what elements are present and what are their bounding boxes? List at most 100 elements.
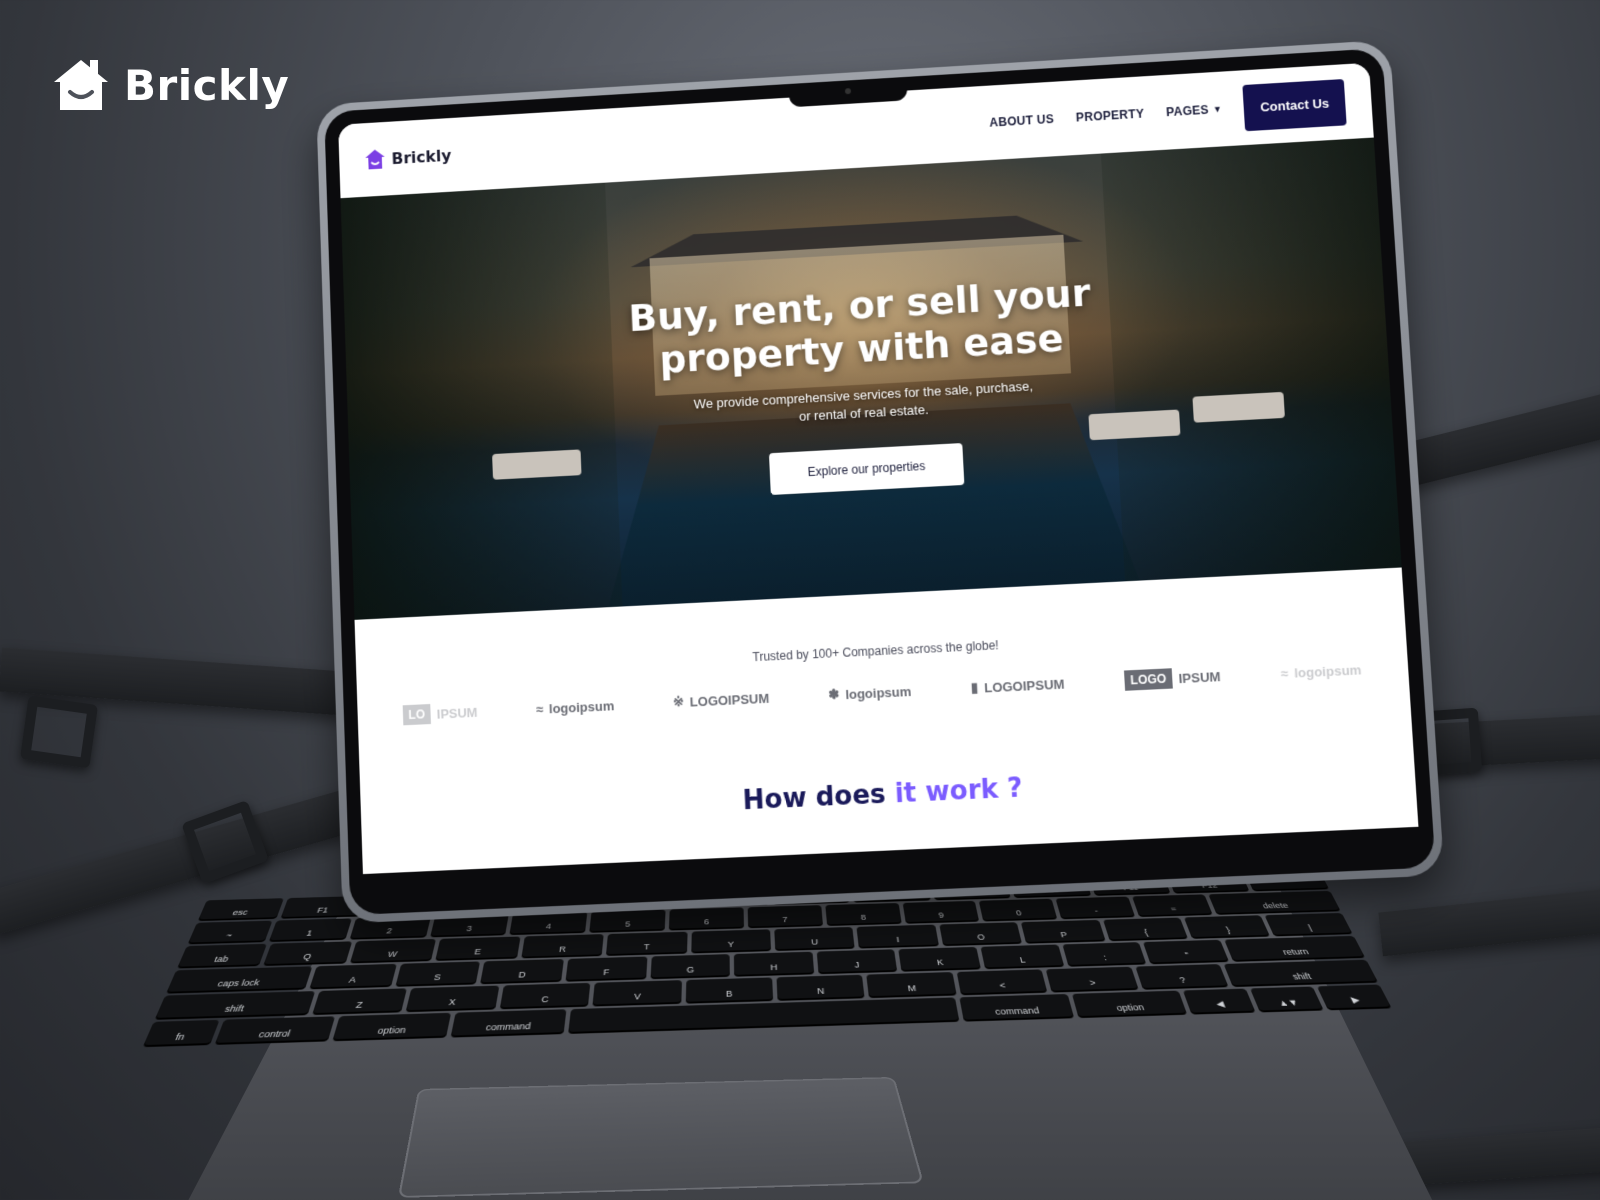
how-heading-accent: it work ? [894,773,1024,810]
key[interactable]: shift [155,991,316,1018]
key[interactable]: shift [1223,959,1378,986]
partner-logo: LO IPSUM [402,702,478,726]
key[interactable]: N [776,974,865,999]
key[interactable]: Z [312,988,408,1014]
key[interactable]: < [956,969,1048,994]
key[interactable]: A [309,963,397,988]
key[interactable]: Y [690,929,771,952]
key[interactable]: W [350,938,437,962]
partner-logo-text: IPSUM [436,704,478,722]
key[interactable]: C [499,982,591,1008]
key[interactable]: 6 [668,907,744,929]
key[interactable]: fn [143,1019,220,1046]
laptop-lid: Brickly ABOUT US PROPERTY PAGES ▼ Contac… [316,39,1445,924]
key[interactable]: control [215,1016,336,1043]
nav-about-us[interactable]: ABOUT US [989,112,1054,130]
hero-section: Buy, rent, or sell your property with ea… [340,137,1402,620]
trackpad[interactable] [397,1076,924,1198]
key[interactable]: Q [264,941,353,965]
key[interactable]: caps lock [166,966,313,992]
partner-logo: ※ LOGOIPSUM [673,690,770,711]
partner-logo-text: logoipsum [1293,661,1362,681]
chevron-down-icon: ▼ [1212,104,1223,115]
key[interactable]: E [435,936,521,960]
key[interactable]: esc [198,898,285,920]
key[interactable]: ◀ [1183,988,1256,1013]
partner-logo: LOGO IPSUM [1123,666,1221,691]
key[interactable]: J [816,949,898,973]
key[interactable]: M [866,972,957,997]
partner-logo: ≈ logoipsum [1280,662,1362,681]
buckle-left-upper [19,695,99,769]
key[interactable]: U [774,926,855,950]
key[interactable]: { [1102,917,1188,940]
key[interactable]: 9 [902,900,980,923]
key[interactable]: F [565,956,648,980]
key[interactable]: V [592,980,682,1005]
key[interactable]: 8 [825,903,902,925]
bars-logo-icon: ▮ [970,679,979,696]
key[interactable]: L [980,944,1064,968]
how-heading-prefix: How does [742,778,896,817]
partner-logo-box: LOGO [1123,668,1174,691]
camera-icon [844,88,852,95]
website-display: Brickly ABOUT US PROPERTY PAGES ▼ Contac… [338,62,1419,875]
key[interactable]: H [734,951,814,975]
key[interactable]: " [1143,939,1229,963]
site-logo-text: Brickly [391,145,452,168]
key[interactable]: : [1061,942,1147,965]
partner-logo-box: LO [402,703,432,726]
key[interactable]: ▶ [1316,984,1391,1009]
nav-links: ABOUT US PROPERTY PAGES ▼ Contact Us [988,78,1347,146]
partner-logo: ≈ logoipsum [536,698,615,717]
key[interactable]: D [480,958,564,983]
key[interactable]: 1 [269,918,352,941]
strap-right-lower [1378,887,1600,957]
house-smile-icon [54,60,108,110]
contact-us-button[interactable]: Contact Us [1242,78,1347,131]
key[interactable]: 7 [747,905,823,927]
house-logo-icon [365,149,386,170]
key[interactable]: ~ [188,920,273,943]
key[interactable]: command [450,1009,566,1036]
partner-logo: ▮ LOGOIPSUM [970,675,1064,696]
key[interactable]: command [959,994,1074,1020]
key[interactable]: T [606,931,688,955]
wave-logo-icon: ≈ [535,701,544,717]
key[interactable]: option [333,1012,452,1040]
key[interactable]: X [406,985,500,1011]
key[interactable]: S [395,961,481,985]
key[interactable]: O [939,922,1022,945]
key[interactable]: delete [1208,890,1340,914]
key[interactable]: > [1045,966,1138,991]
wave-logo-icon: ≈ [1280,665,1289,681]
key[interactable]: tab [177,943,268,967]
wheat-logo-icon: ※ [672,693,685,710]
nav-pages-dropdown[interactable]: PAGES ▼ [1166,102,1223,119]
key[interactable]: = [1132,894,1213,916]
key[interactable]: K [898,946,981,970]
key[interactable]: return [1223,935,1365,961]
key[interactable]: } [1183,915,1270,938]
site-logo[interactable]: Brickly [364,144,452,170]
key[interactable]: G [650,954,731,978]
brand-name: Brickly [124,60,290,110]
key[interactable]: B [685,977,774,1002]
partner-logo-text: LOGOIPSUM [983,675,1065,695]
screen-bezel: Brickly ABOUT US PROPERTY PAGES ▼ Contac… [324,48,1436,916]
key[interactable]: ▲▼ [1250,986,1324,1011]
key[interactable]: 0 [979,898,1058,920]
key[interactable]: R [521,934,604,957]
key[interactable]: ? [1134,964,1228,988]
key[interactable]: 5 [589,909,666,932]
partner-logo-text: logoipsum [844,683,912,702]
key[interactable]: | [1264,912,1352,935]
key[interactable]: option [1071,990,1187,1017]
key[interactable]: I [856,924,939,947]
partner-logo-text: logoipsum [548,697,615,716]
key[interactable]: - [1055,896,1135,918]
partner-logo-text: LOGOIPSUM [689,690,770,710]
brand-header: Brickly [52,58,289,112]
key[interactable]: P [1021,919,1105,942]
nav-property[interactable]: PROPERTY [1076,107,1145,125]
